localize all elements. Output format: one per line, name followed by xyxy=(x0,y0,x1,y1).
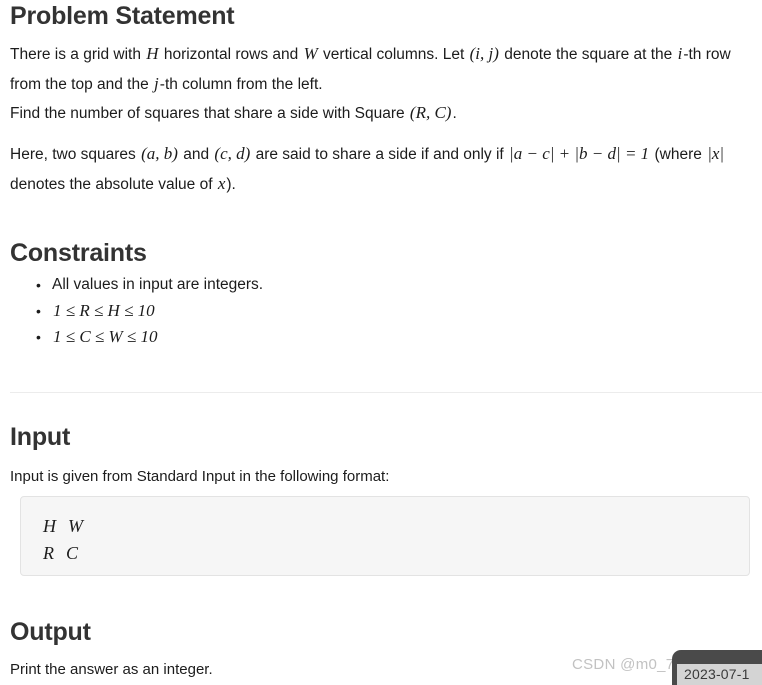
math-adjacency-condition: |a − c| + |b − d| = 1 xyxy=(509,144,650,163)
section-heading-output: Output xyxy=(10,618,91,646)
list-item: All values in input are integers. xyxy=(36,272,636,298)
text-fragment: (where xyxy=(650,146,707,163)
text-fragment: Find the number of squares that share a … xyxy=(10,105,409,122)
page-title-problem-statement: Problem Statement xyxy=(10,2,235,30)
text-fragment: . xyxy=(452,105,457,122)
text-fragment: denote the square at the xyxy=(499,46,677,63)
math-pair-R-C: (R, C) xyxy=(409,103,452,122)
text-fragment: Here, two squares xyxy=(10,146,141,163)
math-W: W xyxy=(303,44,318,63)
text-fragment: -th column from the left. xyxy=(159,76,323,93)
list-item: 1 ≤ R ≤ H ≤ 10 xyxy=(36,298,636,324)
text-fragment: horizontal rows and xyxy=(159,46,303,63)
problem-paragraph-2: Find the number of squares that share a … xyxy=(10,98,758,128)
text-fragment: There is a grid with xyxy=(10,46,146,63)
input-format-codeblock: H W R C xyxy=(20,496,750,576)
constraints-list: All values in input are integers. 1 ≤ R … xyxy=(10,272,636,350)
text-fragment: and xyxy=(178,146,214,163)
math-H: H xyxy=(146,44,159,63)
text-fragment: denotes the absolute value of xyxy=(10,176,217,193)
overlay-date-text: 2023-07-1 xyxy=(684,666,750,682)
code-line: H W xyxy=(43,516,84,536)
problem-page: Problem Statement There is a grid with H… xyxy=(0,0,762,685)
math-pair-i-j: (i, j) xyxy=(469,44,499,63)
problem-paragraph-1: There is a grid with H horizontal rows a… xyxy=(10,39,758,99)
section-divider xyxy=(10,392,762,393)
math-j: j xyxy=(154,74,159,93)
math-pair-a-b: (a, b) xyxy=(141,144,178,163)
text-fragment: ). xyxy=(226,176,236,193)
section-heading-input: Input xyxy=(10,423,71,451)
text-fragment: are said to share a side if and only if xyxy=(251,146,509,163)
overlay-date-chip: 2023-07-1 xyxy=(672,650,762,685)
math-x: x xyxy=(217,174,226,193)
text-fragment: vertical columns. Let xyxy=(318,46,469,63)
code-line: R C xyxy=(43,543,80,563)
problem-paragraph-3: Here, two squares (a, b) and (c, d) are … xyxy=(10,139,758,199)
math-abs-x: |x| xyxy=(707,144,725,163)
constraint-text: All values in input are integers. xyxy=(52,276,264,293)
constraint-math: 1 ≤ C ≤ W ≤ 10 xyxy=(53,327,158,346)
constraint-math: 1 ≤ R ≤ H ≤ 10 xyxy=(53,301,155,320)
math-pair-c-d: (c, d) xyxy=(214,144,251,163)
list-item: 1 ≤ C ≤ W ≤ 10 xyxy=(36,324,636,350)
input-description: Input is given from Standard Input in th… xyxy=(10,468,390,485)
section-heading-constraints: Constraints xyxy=(10,239,147,267)
